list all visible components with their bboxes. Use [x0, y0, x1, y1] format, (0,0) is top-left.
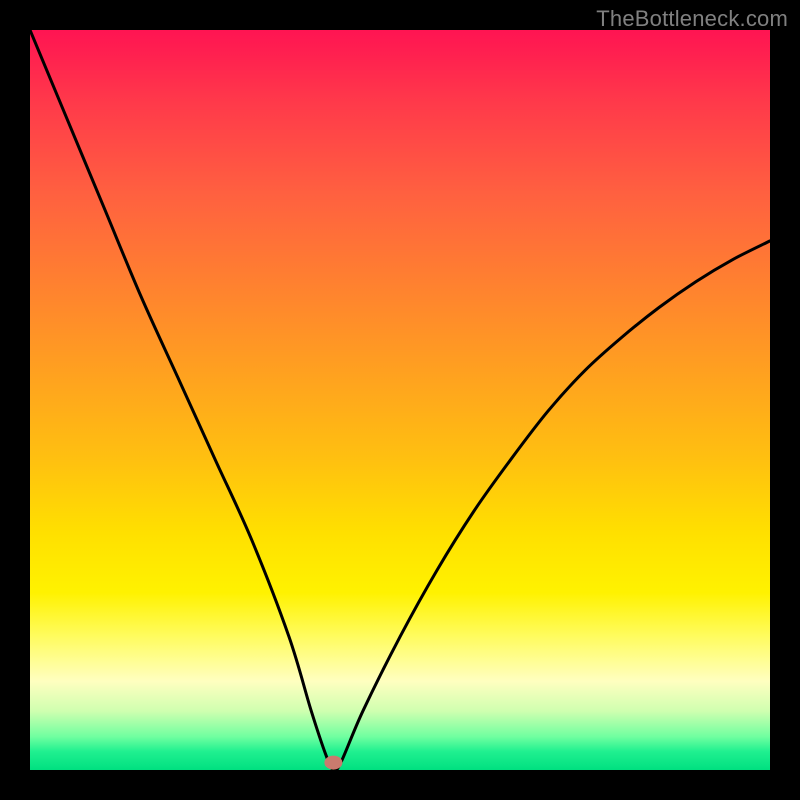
- plot-area: [30, 30, 770, 770]
- watermark-text: TheBottleneck.com: [596, 6, 788, 32]
- curve-svg: [30, 30, 770, 770]
- bottleneck-curve: [30, 30, 770, 770]
- chart-frame: TheBottleneck.com: [0, 0, 800, 800]
- minimum-marker: [324, 756, 342, 770]
